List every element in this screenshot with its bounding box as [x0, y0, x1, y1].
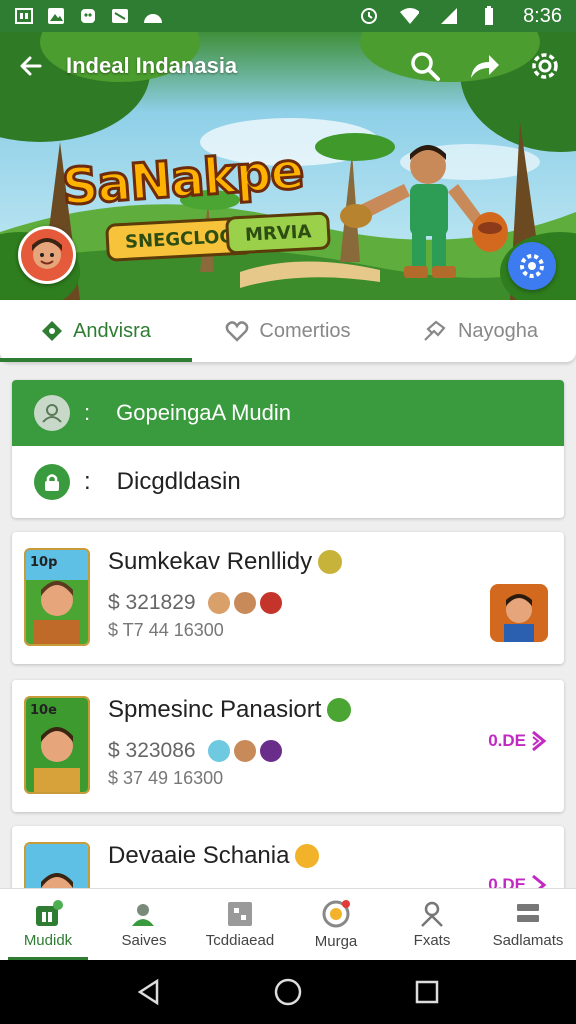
card-price-row: $ 321829	[108, 590, 284, 616]
info-row-secondary-text: Dicgdldasin	[116, 468, 241, 495]
info-row-secondary[interactable]: : Dicgdldasin	[12, 446, 564, 518]
friend-avatar	[205, 738, 232, 764]
nav-item-mudidk[interactable]: Mudidk	[0, 889, 96, 960]
wifi-icon	[399, 6, 420, 26]
clock-icon	[359, 6, 379, 26]
card-title-text: Sumkekav Renllidy	[108, 548, 313, 575]
cog-icon	[520, 254, 544, 278]
nav-item-murga[interactable]: Murga	[288, 889, 384, 960]
bottom-navigation: Mudidk Saives Tcddiaead Murga Fxats Sadl…	[0, 888, 576, 960]
card-title-text: Devaaie Schania	[108, 842, 290, 869]
app-bar: Indeal Indanasia	[0, 32, 576, 100]
tab-label: Comertios	[259, 319, 351, 342]
card-thumbnail: 10p	[24, 548, 90, 646]
thumb-badge-text: 10p	[30, 555, 57, 570]
chevron-right-icon	[532, 730, 547, 752]
nav-item-tcddiaead[interactable]: Tcddiaead	[192, 889, 288, 960]
puzzle-icon	[424, 320, 446, 341]
info-card: : GopeingaA Mudin : Dicgdldasin	[12, 380, 564, 518]
status-bar: 8:36	[0, 0, 576, 32]
photo-icon	[46, 6, 66, 26]
recents-square-icon[interactable]	[410, 975, 444, 1009]
hero-settings-button[interactable]	[508, 242, 556, 290]
share-arrow-icon[interactable]	[468, 49, 502, 83]
tab-label: Andvisra	[73, 319, 151, 342]
person-icon	[421, 901, 443, 927]
card-price: $ 321829	[108, 591, 196, 614]
cat-icon	[78, 6, 98, 26]
battery-icon	[479, 6, 499, 26]
info-row-primary-text: GopeingaA Mudin	[116, 400, 292, 425]
nav-label: Saives	[121, 932, 167, 949]
friend-avatar	[231, 590, 258, 616]
emoji-icon	[293, 842, 322, 870]
store-icon	[36, 900, 63, 926]
friend-avatar	[257, 590, 284, 616]
nav-label: Murga	[314, 933, 358, 950]
app-title: Indeal Indanasia	[66, 53, 238, 78]
info-colon: :	[84, 400, 91, 425]
friend-avatar	[205, 590, 232, 616]
back-triangle-icon[interactable]	[132, 975, 166, 1009]
card-title: Devaaie Schania	[108, 842, 322, 870]
ribbon-icon	[316, 548, 345, 576]
grid-box-icon	[228, 902, 252, 926]
badge-icon	[322, 900, 350, 928]
user-share-icon	[132, 904, 154, 926]
card-price-row: $ 323086	[108, 738, 284, 764]
tab-comertios[interactable]: Comertios	[192, 300, 384, 362]
list-item[interactable]: 10p Sumkekav Renllidy $ 321829 $ T7 44 1…	[12, 532, 564, 664]
nav-label: Fxats	[413, 932, 451, 949]
arc-icon	[142, 6, 162, 26]
message-icon	[110, 6, 130, 26]
friend-avatar	[231, 738, 258, 764]
side-link-label: 0.DE	[488, 731, 526, 750]
profile-avatar[interactable]	[18, 226, 76, 284]
user-icon	[34, 395, 70, 431]
card-side-link[interactable]: 0.DE	[488, 730, 548, 752]
tab-label: Nayogha	[457, 319, 539, 342]
lock-icon	[34, 464, 70, 500]
sim-icon	[14, 6, 34, 26]
card-subtext: $ T7 44 16300	[108, 620, 224, 640]
list-item[interactable]: 10e Spmesinc Panasiort $ 323086 $ 37 49 …	[12, 680, 564, 812]
nav-label: Sadlamats	[492, 932, 564, 949]
ribbon-icon	[325, 696, 354, 724]
tab-andvisra[interactable]: Andvisra	[0, 300, 192, 362]
tab-nayogha[interactable]: Nayogha	[384, 300, 576, 362]
info-colon: :	[84, 468, 91, 495]
card-thumbnail: 10e	[24, 696, 90, 794]
card-subtext: $ 37 49 16300	[108, 768, 224, 788]
thumb-badge-text: 10e	[30, 703, 57, 718]
nav-item-sadlamats[interactable]: Sadlamats	[480, 889, 576, 960]
location-diamond-icon	[42, 321, 63, 341]
nav-label: Tcddiaead	[205, 932, 275, 949]
settings-gear-icon[interactable]	[528, 49, 562, 83]
info-row-primary[interactable]: : GopeingaA Mudin	[12, 380, 564, 446]
nav-item-fxats[interactable]: Fxats	[384, 889, 480, 960]
card-title: Sumkekav Renllidy	[108, 548, 345, 576]
layers-icon	[517, 904, 539, 922]
back-arrow-icon[interactable]	[14, 49, 48, 83]
system-navigation-bar	[0, 960, 576, 1024]
hero-pill-right[interactable]: MRVIA	[225, 211, 332, 255]
card-title-text: Spmesinc Panasiort	[108, 696, 322, 723]
tab-bar: Andvisra Comertios Nayogha	[0, 300, 576, 362]
card-title: Spmesinc Panasiort	[108, 696, 354, 724]
heart-icon	[226, 321, 249, 342]
search-icon[interactable]	[408, 49, 442, 83]
status-time: 8:36	[523, 4, 562, 27]
friend-avatar	[257, 738, 284, 764]
home-circle-icon[interactable]	[271, 975, 305, 1009]
card-side-thumbnail[interactable]	[490, 584, 548, 642]
nav-item-saives[interactable]: Saives	[96, 889, 192, 960]
card-price: $ 323086	[108, 739, 196, 762]
nav-label: Mudidk	[23, 932, 73, 949]
signal-icon	[439, 6, 459, 26]
